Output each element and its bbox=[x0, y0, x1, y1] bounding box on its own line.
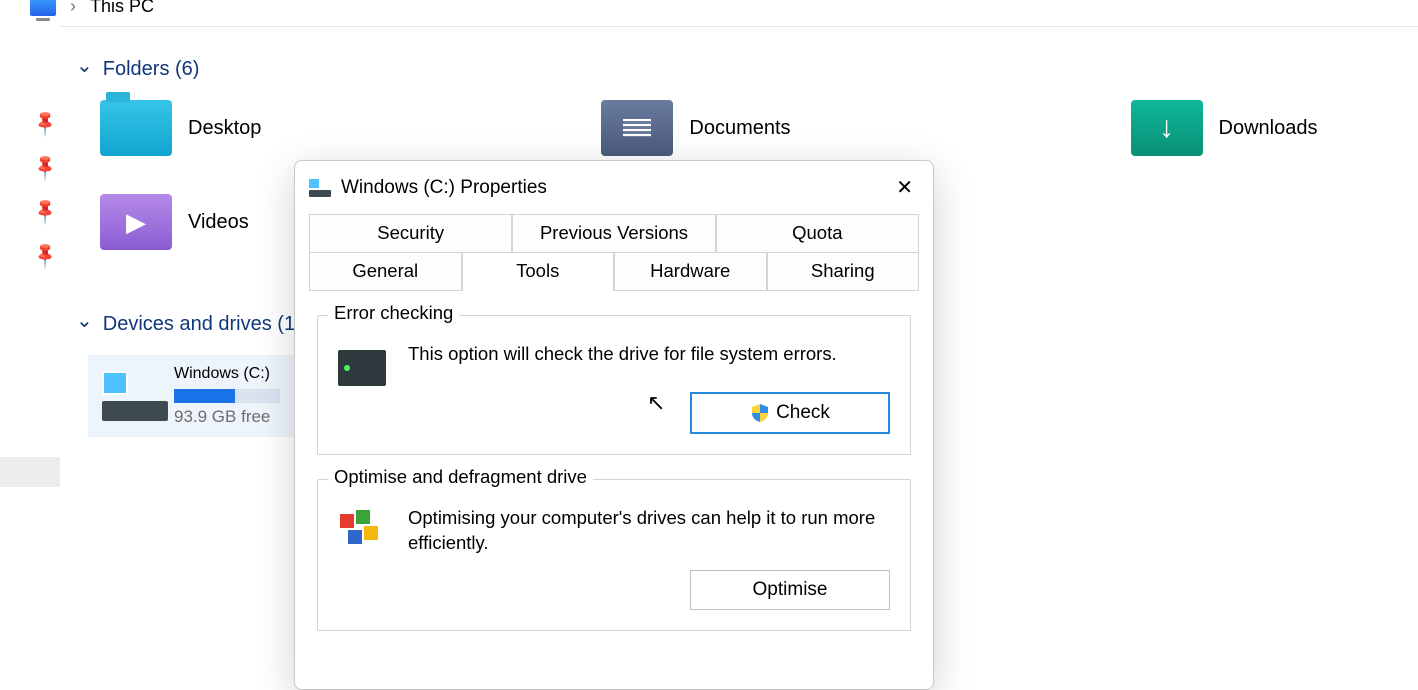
drives-header-label: Devices and drives (1) bbox=[103, 313, 302, 336]
folder-label: Documents bbox=[689, 117, 790, 140]
sidebar-selection-stub bbox=[0, 457, 60, 487]
tab-sharing[interactable]: Sharing bbox=[767, 252, 920, 291]
optimise-button[interactable]: Optimise bbox=[690, 570, 890, 610]
breadcrumb[interactable]: › This PC bbox=[30, 0, 154, 23]
tab-general[interactable]: General bbox=[309, 252, 462, 291]
optimise-group: Optimise and defragment drive Optimising… bbox=[317, 479, 911, 631]
tab-tools[interactable]: Tools bbox=[462, 252, 615, 291]
hdd-icon bbox=[338, 350, 386, 386]
pin-icon: 📌 bbox=[30, 111, 55, 136]
folders-section-header[interactable]: Folders (6) bbox=[76, 57, 1418, 82]
quick-access-pins: 📌 📌 📌 📌 bbox=[34, 115, 52, 265]
desktop-folder-icon bbox=[100, 100, 172, 156]
dialog-title: Windows (C:) Properties bbox=[341, 177, 547, 199]
error-check-description: This option will check the drive for fil… bbox=[408, 342, 837, 367]
folder-documents[interactable]: Documents bbox=[601, 100, 790, 156]
drive-usage-bar bbox=[174, 389, 280, 403]
drive-name: Windows (C:) bbox=[174, 365, 280, 383]
folder-label: Downloads bbox=[1219, 117, 1318, 140]
drive-texts: Windows (C:) 93.9 GB free bbox=[174, 365, 280, 427]
uac-shield-icon bbox=[750, 403, 770, 423]
this-pc-icon bbox=[30, 0, 56, 16]
defrag-icon bbox=[338, 510, 386, 546]
downloads-folder-icon: ↓ bbox=[1131, 100, 1203, 156]
documents-folder-icon bbox=[601, 100, 673, 156]
close-button[interactable]: ✕ bbox=[890, 173, 919, 202]
tab-previous-versions[interactable]: Previous Versions bbox=[512, 214, 715, 253]
optimise-button-label: Optimise bbox=[753, 579, 828, 601]
drive-item-c[interactable]: Windows (C:) 93.9 GB free bbox=[88, 355, 294, 437]
tab-quota[interactable]: Quota bbox=[716, 214, 919, 253]
drive-icon bbox=[102, 371, 160, 421]
properties-dialog: Windows (C:) Properties ✕ Security Previ… bbox=[294, 160, 934, 690]
check-button[interactable]: Check bbox=[690, 392, 890, 434]
folder-desktop[interactable]: Desktop bbox=[100, 100, 261, 156]
chevron-down-icon bbox=[76, 312, 93, 337]
folder-downloads[interactable]: ↓ Downloads bbox=[1131, 100, 1318, 156]
tab-security[interactable]: Security bbox=[309, 214, 512, 253]
pin-icon: 📌 bbox=[30, 243, 55, 268]
dialog-titlebar[interactable]: Windows (C:) Properties ✕ bbox=[295, 161, 933, 214]
pin-icon: 📌 bbox=[30, 199, 55, 224]
pin-icon: 📌 bbox=[30, 155, 55, 180]
group-legend: Optimise and defragment drive bbox=[328, 466, 593, 488]
drive-free-space: 93.9 GB free bbox=[174, 407, 280, 427]
check-button-label: Check bbox=[776, 402, 830, 424]
folder-videos[interactable]: Videos bbox=[100, 194, 249, 250]
folder-label: Desktop bbox=[188, 117, 261, 140]
folders-grid: Desktop Documents ↓ Downloads Videos bbox=[100, 100, 1418, 156]
chevron-down-icon bbox=[76, 57, 93, 82]
folders-header-label: Folders (6) bbox=[103, 58, 200, 81]
group-legend: Error checking bbox=[328, 302, 459, 324]
optimise-description: Optimising your computer's drives can he… bbox=[408, 506, 890, 556]
breadcrumb-location: This PC bbox=[90, 0, 154, 17]
tab-hardware[interactable]: Hardware bbox=[614, 252, 767, 291]
error-checking-group: Error checking This option will check th… bbox=[317, 315, 911, 455]
dialog-tabs: Security Previous Versions Quota General… bbox=[309, 214, 919, 291]
drive-icon bbox=[309, 179, 331, 197]
folder-label: Videos bbox=[188, 211, 249, 234]
chevron-right-icon: › bbox=[70, 0, 76, 17]
videos-folder-icon bbox=[100, 194, 172, 250]
